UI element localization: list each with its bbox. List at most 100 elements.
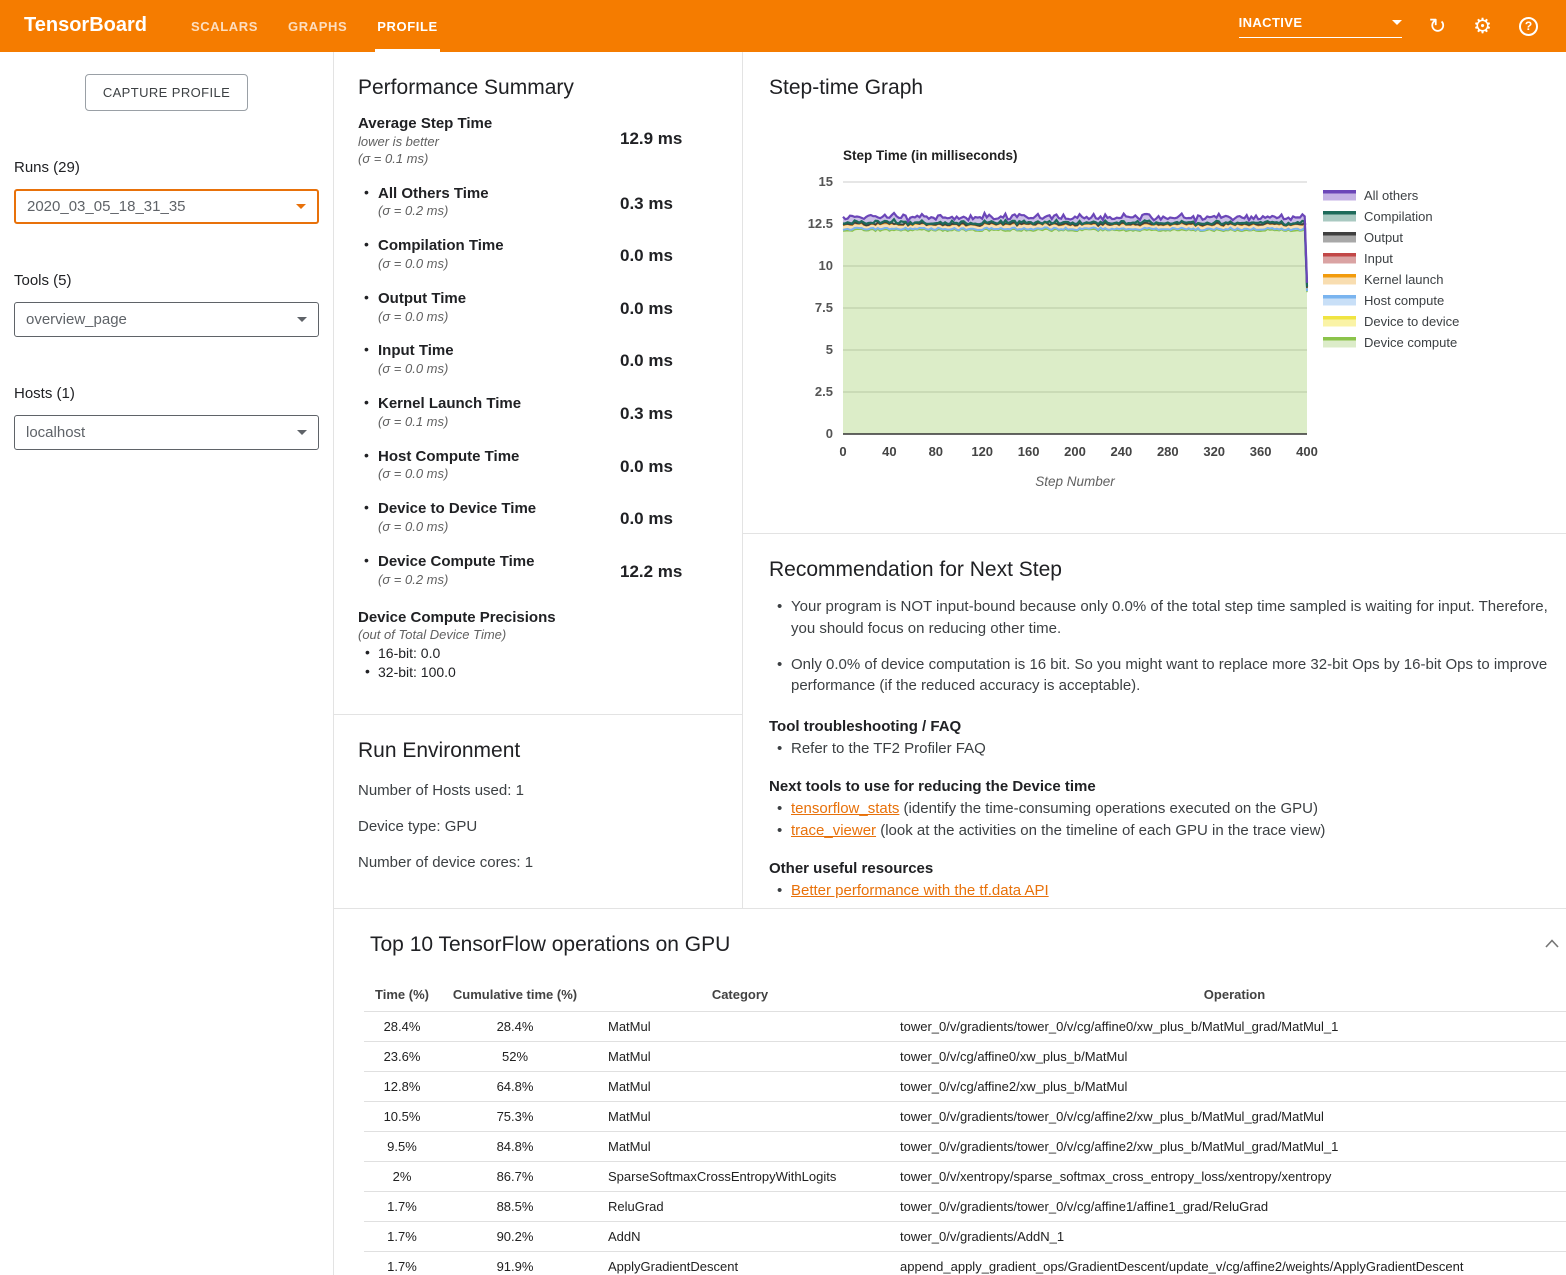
- table-row[interactable]: 23.6% 52% MatMul tower_0/v/cg/affine0/xw…: [364, 1042, 1566, 1072]
- x-tick-label: 280: [1157, 444, 1179, 459]
- hosts-label: Hosts (1): [14, 385, 333, 402]
- legend-swatch-line: [1323, 337, 1356, 341]
- tool-link[interactable]: tensorflow_stats: [791, 800, 899, 817]
- runs-select[interactable]: 2020_03_05_18_31_35: [14, 189, 319, 224]
- legend-label: Input: [1364, 251, 1393, 266]
- tab-graphs[interactable]: GRAPHS: [273, 0, 362, 52]
- step-time-graph-card: Step-time Graph Step Time (in millisecon…: [743, 52, 1566, 534]
- precisions-note: (out of Total Device Time): [358, 627, 718, 642]
- cell-category: MatMul: [590, 1012, 890, 1042]
- table-row[interactable]: 2% 86.7% SparseSoftmaxCrossEntropyWithLo…: [364, 1162, 1566, 1192]
- y-tick-label: 15: [819, 174, 833, 189]
- y-tick-label: 10: [819, 258, 833, 273]
- cell-time: 28.4%: [364, 1012, 440, 1042]
- step-time-breakdown-list: All Others Time (σ = 0.2 ms) 0.3 ms Comp…: [358, 185, 718, 589]
- legend-swatch-line: [1323, 253, 1356, 257]
- breakdown-value: 0.0 ms: [620, 500, 673, 536]
- y-tick-label: 5: [826, 342, 833, 357]
- legend-swatch-fill: [1323, 235, 1356, 243]
- x-tick-label: 320: [1203, 444, 1225, 459]
- cell-operation: append_apply_gradient_ops/GradientDescen…: [890, 1252, 1566, 1275]
- legend-swatch-fill: [1323, 277, 1356, 285]
- cell-operation: tower_0/v/xentropy/sparse_softmax_cross_…: [890, 1162, 1566, 1192]
- table-row[interactable]: 12.8% 64.8% MatMul tower_0/v/cg/affine2/…: [364, 1072, 1566, 1102]
- tool-link-item: trace_viewer (look at the activities on …: [791, 822, 1563, 839]
- help-icon[interactable]: ?: [1519, 17, 1538, 36]
- breakdown-sigma: (σ = 0.0 ms): [378, 361, 620, 378]
- cell-operation: tower_0/v/cg/affine0/xw_plus_b/MatMul: [890, 1042, 1566, 1072]
- legend-swatch-fill: [1323, 340, 1356, 348]
- performance-column: Performance Summary Average Step Time lo…: [334, 52, 743, 908]
- legend-swatch-line: [1323, 211, 1356, 215]
- x-tick-label: 200: [1064, 444, 1086, 459]
- y-tick-label: 2.5: [815, 384, 833, 399]
- average-step-time-label: Average Step Time: [358, 115, 620, 134]
- breakdown-sigma: (σ = 0.0 ms): [378, 256, 620, 273]
- table-row[interactable]: 9.5% 84.8% MatMul tower_0/v/gradients/to…: [364, 1132, 1566, 1162]
- reload-icon[interactable]: ↻: [1429, 16, 1447, 37]
- tab-scalars[interactable]: SCALARS: [176, 0, 273, 52]
- capture-profile-button[interactable]: CAPTURE PROFILE: [85, 74, 248, 111]
- cell-operation: tower_0/v/gradients/tower_0/v/cg/affine2…: [890, 1132, 1566, 1162]
- step-time-breakdown-row: Output Time (σ = 0.0 ms) 0.0 ms: [358, 290, 718, 326]
- cell-category: MatMul: [590, 1102, 890, 1132]
- legend-label: Kernel launch: [1364, 272, 1444, 287]
- legend-swatch-fill: [1323, 193, 1356, 201]
- performance-summary-card: Performance Summary Average Step Time lo…: [334, 52, 742, 715]
- y-tick-label: 7.5: [815, 300, 833, 315]
- x-tick-label: 40: [882, 444, 896, 459]
- legend-label: Device compute: [1364, 335, 1457, 350]
- average-step-time-row: Average Step Time lower is better (σ = 0…: [358, 115, 718, 168]
- table-row[interactable]: 1.7% 90.2% AddN tower_0/v/gradients/AddN…: [364, 1222, 1566, 1252]
- other-resources-list: Better performance with the tf.data API: [769, 882, 1563, 899]
- breakdown-sigma: (σ = 0.0 ms): [378, 309, 620, 326]
- legend-swatch-line: [1323, 274, 1356, 278]
- main-area: Performance Summary Average Step Time lo…: [334, 52, 1566, 1275]
- tab-profile[interactable]: PROFILE: [362, 0, 453, 52]
- status-dropdown-value: INACTIVE: [1239, 15, 1303, 30]
- col-header-category: Category: [590, 981, 890, 1012]
- step-time-breakdown-row: Device Compute Time (σ = 0.2 ms) 12.2 ms: [358, 553, 718, 589]
- runs-label: Runs (29): [14, 159, 333, 176]
- legend-swatch-line: [1323, 295, 1356, 299]
- cell-cumulative: 52%: [440, 1042, 590, 1072]
- table-row[interactable]: 1.7% 88.5% ReluGrad tower_0/v/gradients/…: [364, 1192, 1566, 1222]
- top-ops-table: Time (%) Cumulative time (%) Category Op…: [364, 981, 1566, 1275]
- breakdown-label: Compilation Time: [378, 237, 620, 256]
- cell-time: 23.6%: [364, 1042, 440, 1072]
- tools-select[interactable]: overview_page: [14, 302, 319, 337]
- precision-32bit: 32-bit: 100.0: [378, 664, 718, 680]
- breakdown-label: Host Compute Time: [378, 448, 620, 467]
- table-row[interactable]: 10.5% 75.3% MatMul tower_0/v/gradients/t…: [364, 1102, 1566, 1132]
- cell-time: 12.8%: [364, 1072, 440, 1102]
- tool-link[interactable]: Better performance with the tf.data API: [791, 882, 1049, 899]
- status-dropdown[interactable]: INACTIVE: [1239, 15, 1402, 38]
- tool-link[interactable]: trace_viewer: [791, 822, 876, 839]
- col-header-operation: Operation: [890, 981, 1566, 1012]
- faq-title: Tool troubleshooting / FAQ: [769, 718, 1563, 735]
- table-row[interactable]: 1.7% 91.9% ApplyGradientDescent append_a…: [364, 1252, 1566, 1275]
- x-tick-label: 400: [1296, 444, 1318, 459]
- breakdown-value: 0.0 ms: [620, 290, 673, 326]
- top-ops-table-header: Time (%) Cumulative time (%) Category Op…: [364, 981, 1566, 1012]
- tool-link-item: Better performance with the tf.data API: [791, 882, 1563, 899]
- faq-bullet: Refer to the TF2 Profiler FAQ: [791, 740, 1563, 757]
- hosts-select[interactable]: localhost: [14, 415, 319, 450]
- app-header: TensorBoard SCALARS GRAPHS PROFILE INACT…: [0, 0, 1566, 52]
- step-time-breakdown-row: Kernel Launch Time (σ = 0.1 ms) 0.3 ms: [358, 395, 718, 431]
- gear-icon[interactable]: ⚙: [1473, 16, 1492, 37]
- cell-category: MatMul: [590, 1042, 890, 1072]
- tools-select-value: overview_page: [26, 311, 127, 328]
- table-row[interactable]: 28.4% 28.4% MatMul tower_0/v/gradients/t…: [364, 1012, 1566, 1042]
- legend-swatch-line: [1323, 190, 1356, 194]
- breakdown-label: Device Compute Time: [378, 553, 620, 572]
- collapse-chevron-icon[interactable]: [1545, 935, 1559, 953]
- cell-time: 2%: [364, 1162, 440, 1192]
- breakdown-value: 0.0 ms: [620, 237, 673, 273]
- breakdown-sigma: (σ = 0.2 ms): [378, 572, 620, 589]
- cell-category: MatMul: [590, 1072, 890, 1102]
- chart-title: Step Time (in milliseconds): [843, 148, 1018, 163]
- cell-cumulative: 84.8%: [440, 1132, 590, 1162]
- breakdown-sigma: (σ = 0.0 ms): [378, 519, 620, 536]
- step-time-breakdown-row: Device to Device Time (σ = 0.0 ms) 0.0 m…: [358, 500, 718, 536]
